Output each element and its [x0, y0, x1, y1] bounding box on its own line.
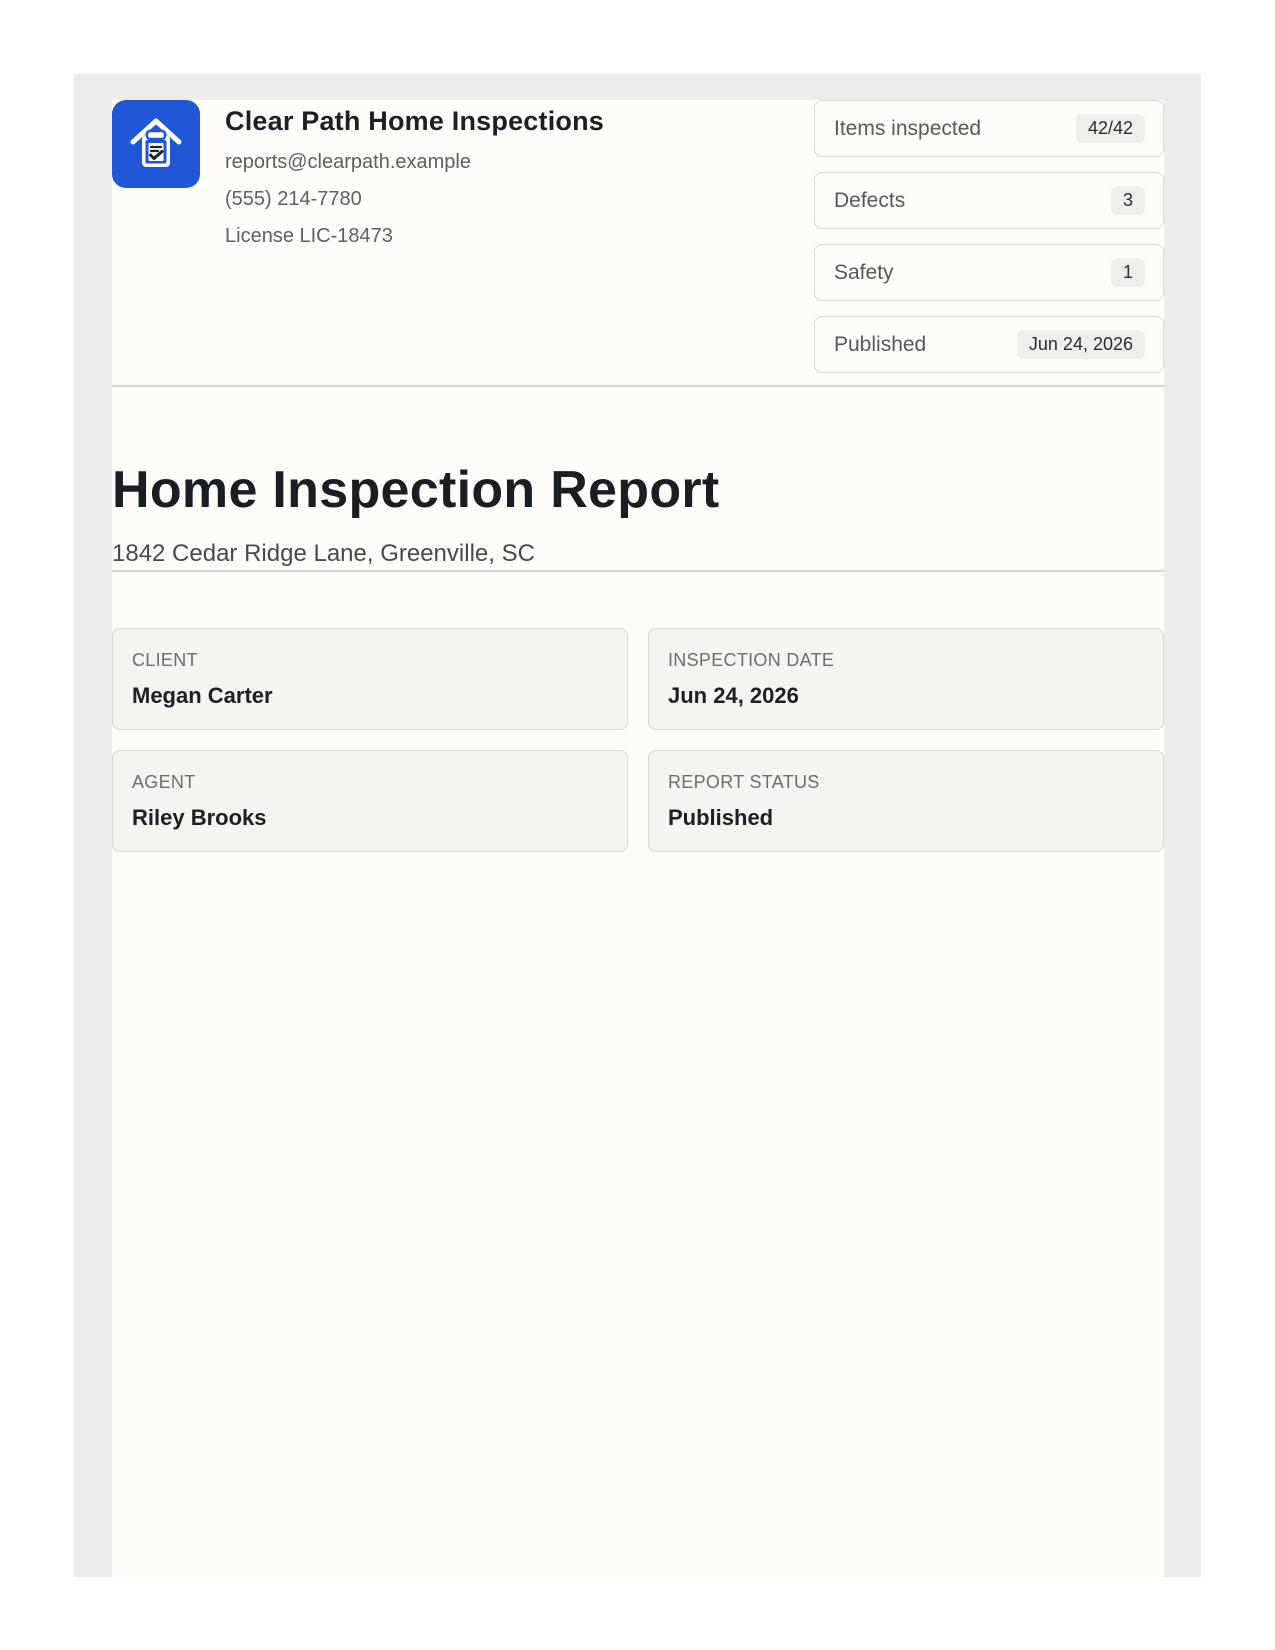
summary-stats: Items inspected 42/42 Defects 3 Safety 1…: [814, 100, 1164, 388]
stat-items-inspected: Items inspected 42/42: [814, 100, 1164, 157]
report-title: Home Inspection Report: [112, 461, 720, 519]
detail-value: Published: [668, 805, 774, 830]
detail-card-agent: AGENT Riley Brooks: [112, 750, 628, 852]
company-email: reports@clearpath.example: [225, 151, 471, 173]
detail-value: Megan Carter: [132, 683, 273, 708]
report-details: CLIENT Megan Carter INSPECTION DATE Jun …: [112, 628, 1164, 852]
detail-value: Jun 24, 2026: [668, 683, 799, 708]
stat-label: Safety: [834, 260, 894, 284]
title-divider: [112, 570, 1164, 572]
detail-card-report-status: REPORT STATUS Published: [648, 750, 1164, 852]
detail-value: Riley Brooks: [132, 805, 267, 830]
detail-label: CLIENT: [132, 650, 198, 670]
company-info: Clear Path Home Inspections reports@clea…: [225, 106, 604, 249]
header-divider: [112, 385, 1164, 387]
house-clipboard-icon: [112, 100, 200, 188]
detail-card-client: CLIENT Megan Carter: [112, 628, 628, 730]
stat-published: Published Jun 24, 2026: [814, 316, 1164, 373]
company-name: Clear Path Home Inspections: [225, 106, 604, 136]
stat-badge: 3: [1110, 186, 1145, 215]
stat-badge: Jun 24, 2026: [1016, 330, 1145, 359]
stat-label: Items inspected: [834, 116, 982, 140]
stat-badge: 1: [1110, 258, 1145, 287]
detail-card-inspection-date: INSPECTION DATE Jun 24, 2026: [648, 628, 1164, 730]
detail-label: INSPECTION DATE: [668, 650, 835, 670]
stat-label: Published: [834, 332, 927, 356]
stat-safety: Safety 1: [814, 244, 1164, 301]
detail-label: AGENT: [132, 772, 196, 792]
company-license: License LIC-18473: [225, 225, 393, 247]
stat-defects: Defects 3: [814, 172, 1164, 229]
stat-label: Defects: [834, 188, 906, 212]
property-address: 1842 Cedar Ridge Lane, Greenville, SC: [112, 540, 535, 567]
company-phone: (555) 214-7780: [225, 188, 362, 210]
report-page: Clear Path Home Inspections reports@clea…: [112, 100, 1164, 1577]
stat-badge: 42/42: [1075, 114, 1145, 143]
detail-label: REPORT STATUS: [668, 772, 820, 792]
